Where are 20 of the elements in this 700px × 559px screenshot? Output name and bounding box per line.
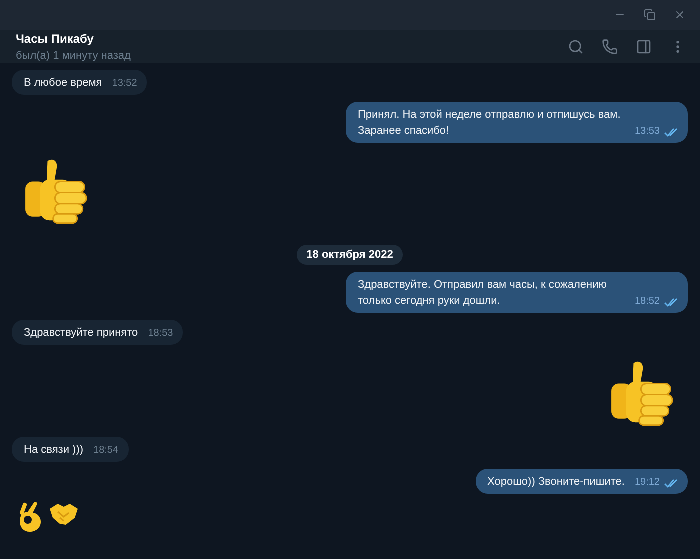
search-icon[interactable] (568, 38, 584, 54)
message-text: Здравствуйте. Отправил вам часы, к сожалению только сегодня руки дошли. (358, 278, 608, 309)
message-time: 13:52 (112, 77, 138, 91)
message-time: 18:52 (634, 295, 660, 309)
message-text: В любое время (24, 76, 102, 91)
last-seen-status: был(а) 1 минуту назад (16, 50, 131, 62)
message-time: 19:12 (634, 476, 660, 490)
message-time: 18:53 (148, 327, 174, 341)
close-icon[interactable] (674, 9, 686, 21)
message-time: 18:54 (94, 444, 119, 458)
message-time: 13:53 (634, 125, 660, 139)
phone-icon[interactable] (602, 38, 618, 54)
sidebar-icon[interactable] (636, 38, 652, 54)
restore-icon[interactable] (644, 9, 656, 21)
chat-title: Часы Пикабу (16, 32, 95, 46)
message-text: Принял. На этой неделе отправлю и отпишусь вам. Заранее спасибо! (358, 108, 622, 139)
date-separator: 18 октября 2022 (296, 245, 404, 265)
message-text: Здравствуйте принято (24, 326, 138, 341)
message-text: Хорошо)) Звоните-пишите. (488, 475, 625, 490)
message-text: На связи ))) (24, 443, 84, 458)
